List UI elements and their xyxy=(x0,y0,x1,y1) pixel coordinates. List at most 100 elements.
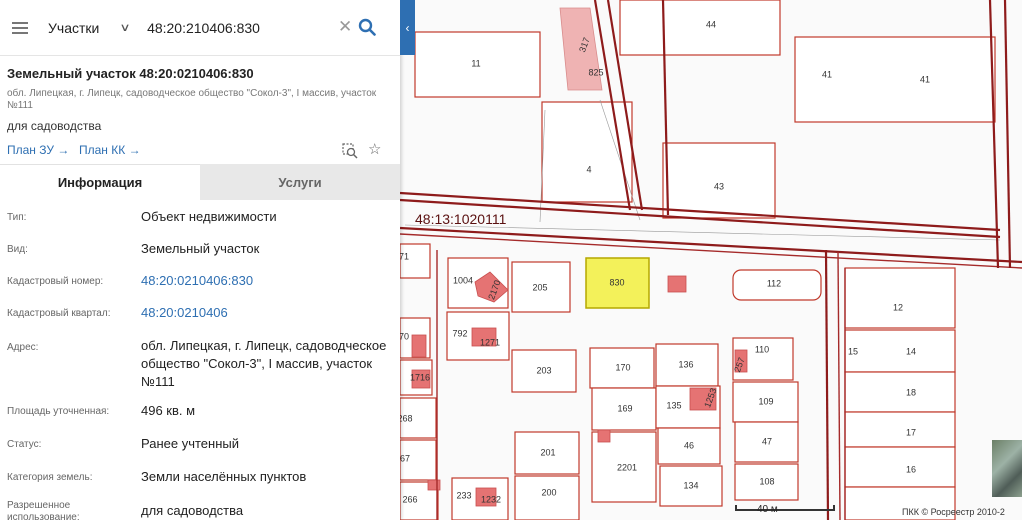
parcel-number-label: 67 xyxy=(400,453,410,463)
chevron-down-icon[interactable]: ∨ xyxy=(119,21,130,34)
parcel-number-label: 830 xyxy=(609,277,624,287)
search-icon[interactable] xyxy=(358,18,376,36)
parcel-number-label: 41 xyxy=(822,69,832,79)
zoom-to-icon[interactable] xyxy=(342,143,358,159)
parcel-number-label: 205 xyxy=(532,282,547,292)
row-label: Адрес: xyxy=(7,342,39,353)
parcel-number-label: 108 xyxy=(759,476,774,486)
cadastral-number-link[interactable]: 48:20:0210406:830 xyxy=(141,272,253,290)
parcel-number-label: 233 xyxy=(456,490,471,500)
building xyxy=(427,479,441,491)
info-row-type: Тип: Объект недвижимости xyxy=(0,200,400,232)
info-row-kind: Вид: Земельный участок xyxy=(0,232,400,264)
row-label: Вид: xyxy=(7,244,28,255)
parcel-number-label: 41 xyxy=(920,74,930,84)
copyright-text: ПКК © Росреестр 2010-2 xyxy=(902,507,1005,517)
parcel-41[interactable] xyxy=(794,36,996,123)
parcel-number-label: 1232 xyxy=(481,494,501,504)
tab-services[interactable]: Услуги xyxy=(200,164,400,200)
parcel-number-label: 17 xyxy=(906,427,916,437)
info-panel: Участки ∨ ✕ Земельный участок 48:20:0210… xyxy=(0,0,400,520)
parcel-44[interactable] xyxy=(619,0,781,56)
parcel-number-label: 71 xyxy=(399,251,409,261)
row-label: Кадастровый квартал: xyxy=(7,308,111,319)
parcel-18[interactable] xyxy=(844,411,956,448)
parcel-number-label: 16 xyxy=(906,464,916,474)
plan-kk-link[interactable]: План КК → xyxy=(79,143,141,157)
parcel-number-label: 109 xyxy=(758,396,773,406)
row-label: Разрешенное использование: xyxy=(7,500,80,520)
search-input[interactable] xyxy=(145,18,330,37)
row-value: Объект недвижимости xyxy=(141,209,277,224)
parcel-purpose: для садоводства xyxy=(7,119,102,133)
parcel-number-label: 266 xyxy=(402,494,417,504)
row-value: Земли населённых пунктов xyxy=(141,469,307,484)
star-icon[interactable]: ☆ xyxy=(368,140,381,158)
parcel-number-label: 200 xyxy=(541,487,556,497)
building xyxy=(597,429,611,443)
parcel-number-label: 2201 xyxy=(617,462,637,472)
basemap-switcher[interactable] xyxy=(992,440,1022,497)
row-label: Тип: xyxy=(7,212,27,223)
row-value: для садоводства xyxy=(141,503,244,518)
scale-label: 40 м xyxy=(757,504,778,515)
parcel-number-label: 1004 xyxy=(453,275,473,285)
parcel-17[interactable] xyxy=(844,446,956,488)
scale-bar xyxy=(735,503,835,511)
plan-links: План ЗУ → План КК → ☆ xyxy=(0,137,400,163)
info-row-cadastral-quarter: Кадастровый квартал: 48:20:0210406 xyxy=(0,296,400,328)
parcel-number-label: 1271 xyxy=(480,337,500,347)
parcel-200[interactable] xyxy=(514,475,580,520)
info-row-cadastral-number: Кадастровый номер: 48:20:0210406:830 xyxy=(0,264,400,296)
clear-icon[interactable]: ✕ xyxy=(338,17,352,37)
parcel-number-label: 170 xyxy=(615,362,630,372)
parcel-number-label: 110 xyxy=(755,344,769,354)
parcel-number-label: 4 xyxy=(586,164,591,174)
parcel-14[interactable] xyxy=(844,371,956,413)
parcel-number-label: 1716 xyxy=(410,372,430,382)
parcel-4[interactable] xyxy=(541,101,633,203)
info-row-area: Площадь уточненная: 496 кв. м xyxy=(0,394,400,427)
cadastral-quarter-link[interactable]: 48:20:0210406 xyxy=(141,304,228,322)
plan-zu-link[interactable]: План ЗУ → xyxy=(7,143,69,157)
parcel-number-label: 43 xyxy=(714,181,724,191)
quarter-label: 48:13:1020111 xyxy=(415,211,507,227)
parcel-number-label: 112 xyxy=(767,278,781,288)
building xyxy=(411,334,427,358)
parcel-number-label: 792 xyxy=(452,328,467,338)
parcel-number-label: 135 xyxy=(666,400,681,410)
menu-icon[interactable] xyxy=(12,21,28,34)
tab-info[interactable]: Информация xyxy=(0,164,200,200)
parcel-number-label: 12 xyxy=(893,302,903,312)
parcel-number-label: 203 xyxy=(536,365,551,375)
parcel-number-label: 169 xyxy=(617,403,632,413)
info-table: Тип: Объект недвижимости Вид: Земельный … xyxy=(0,200,400,520)
info-row-land-category: Категория земель: Земли населённых пункт… xyxy=(0,460,400,492)
parcel-number-label: 825 xyxy=(588,67,603,77)
info-row-status: Статус: Ранее учтенный xyxy=(0,427,400,460)
parcel-15[interactable] xyxy=(844,329,956,373)
parcel-number-label: 18 xyxy=(906,387,916,397)
row-label: Кадастровый номер: xyxy=(7,276,104,287)
tabs: Информация Услуги xyxy=(0,164,400,200)
row-value: обл. Липецкая, г. Липецк, садоводческое … xyxy=(141,338,387,389)
parcel-number-label: 136 xyxy=(678,359,693,369)
row-value: Ранее учтенный xyxy=(141,436,239,451)
parcel-address: обл. Липецкая, г. Липецк, садоводческое … xyxy=(7,88,377,111)
info-row-permitted-use: Разрешенное использование: для садоводст… xyxy=(0,492,400,520)
info-row-address: Адрес: обл. Липецкая, г. Липецк, садовод… xyxy=(0,328,400,394)
parcel-number-label: 46 xyxy=(684,440,694,450)
parcel-number-label: 47 xyxy=(762,436,772,446)
parcel-number-label: 14 xyxy=(906,346,916,356)
search-bar: Участки ∨ ✕ xyxy=(0,0,400,56)
collapse-panel-button[interactable]: ‹ xyxy=(400,0,415,55)
parcel-12[interactable] xyxy=(844,267,956,329)
row-value: 496 кв. м xyxy=(141,403,196,418)
layer-select[interactable]: Участки xyxy=(48,20,113,36)
parcel-title: Земельный участок 48:20:0210406:830 xyxy=(7,66,254,81)
row-label: Площадь уточненная: xyxy=(7,406,110,417)
row-label: Категория земель: xyxy=(7,472,93,483)
parcel-number-label: 134 xyxy=(683,480,698,490)
parcel-number-label: 70 xyxy=(399,331,409,341)
parcel-number-label: 11 xyxy=(471,58,480,68)
